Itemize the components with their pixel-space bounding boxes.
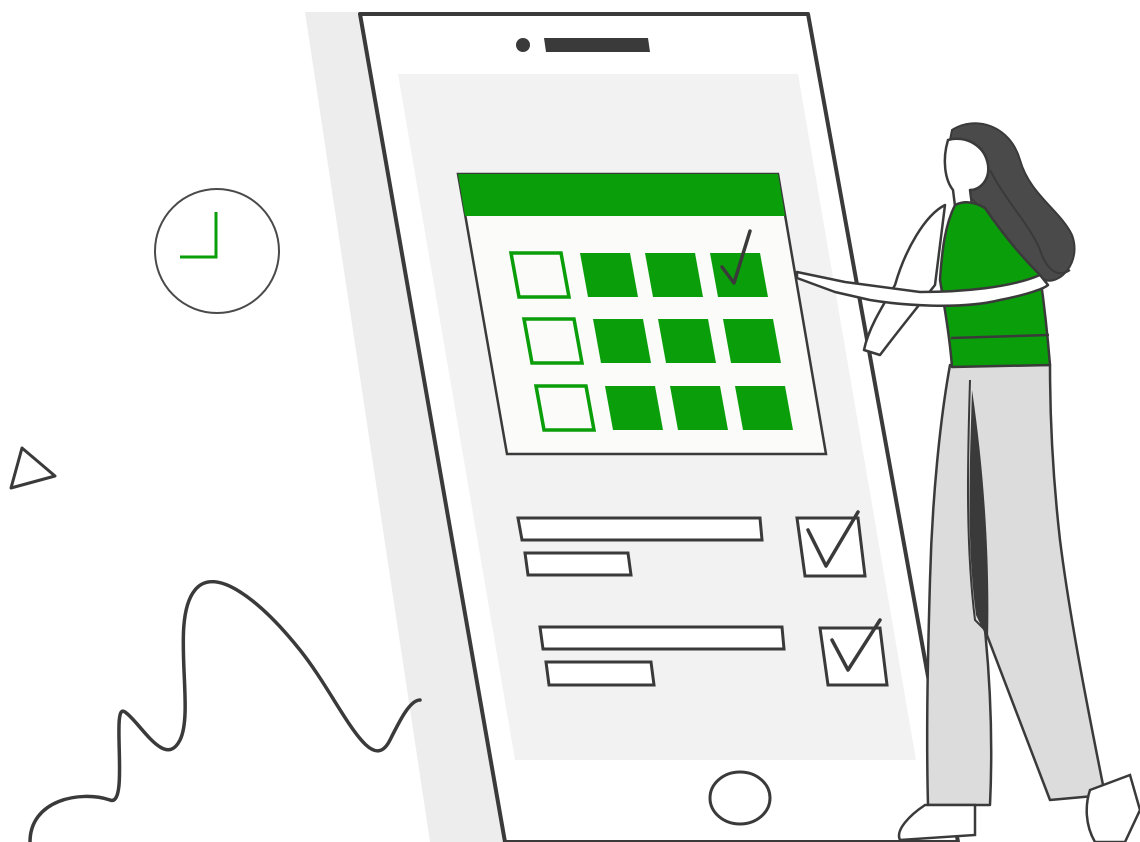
phone-speaker [544,38,650,52]
woman-back-arm [862,203,947,357]
triangle-icon [9,446,57,490]
calendar-cell-filled[interactable] [593,319,651,363]
calendar-cell-empty[interactable] [521,317,585,365]
calendar-cell-filled[interactable] [580,253,638,297]
checklist-line-long [538,625,786,651]
calendar-card [456,172,828,456]
home-button-icon[interactable] [708,770,772,826]
checklist-checkbox[interactable] [795,516,867,578]
calendar-cell-empty[interactable] [533,384,597,432]
calendar-cell-filled[interactable] [658,319,716,363]
woman-pants [925,363,1107,807]
calendar-cell-filled[interactable] [645,253,703,297]
checklist-checkbox[interactable] [818,626,889,687]
checklist-line-short [523,551,633,577]
squiggle-line [28,579,422,842]
calendar-cell-filled[interactable] [735,386,793,430]
calendar-cell-filled[interactable] [723,319,781,363]
phone-camera-icon [516,38,530,52]
calendar-cell-empty[interactable] [508,251,572,299]
checklist-line-long [516,516,764,542]
illustration-scene [9,12,1140,842]
calendar-header [458,174,785,216]
clock-icon [154,188,280,314]
checklist-line-short [544,660,656,687]
calendar-cell-filled[interactable] [670,386,728,430]
calendar-cell-filled[interactable] [605,386,663,430]
calendar-cell-filled[interactable] [710,253,768,297]
